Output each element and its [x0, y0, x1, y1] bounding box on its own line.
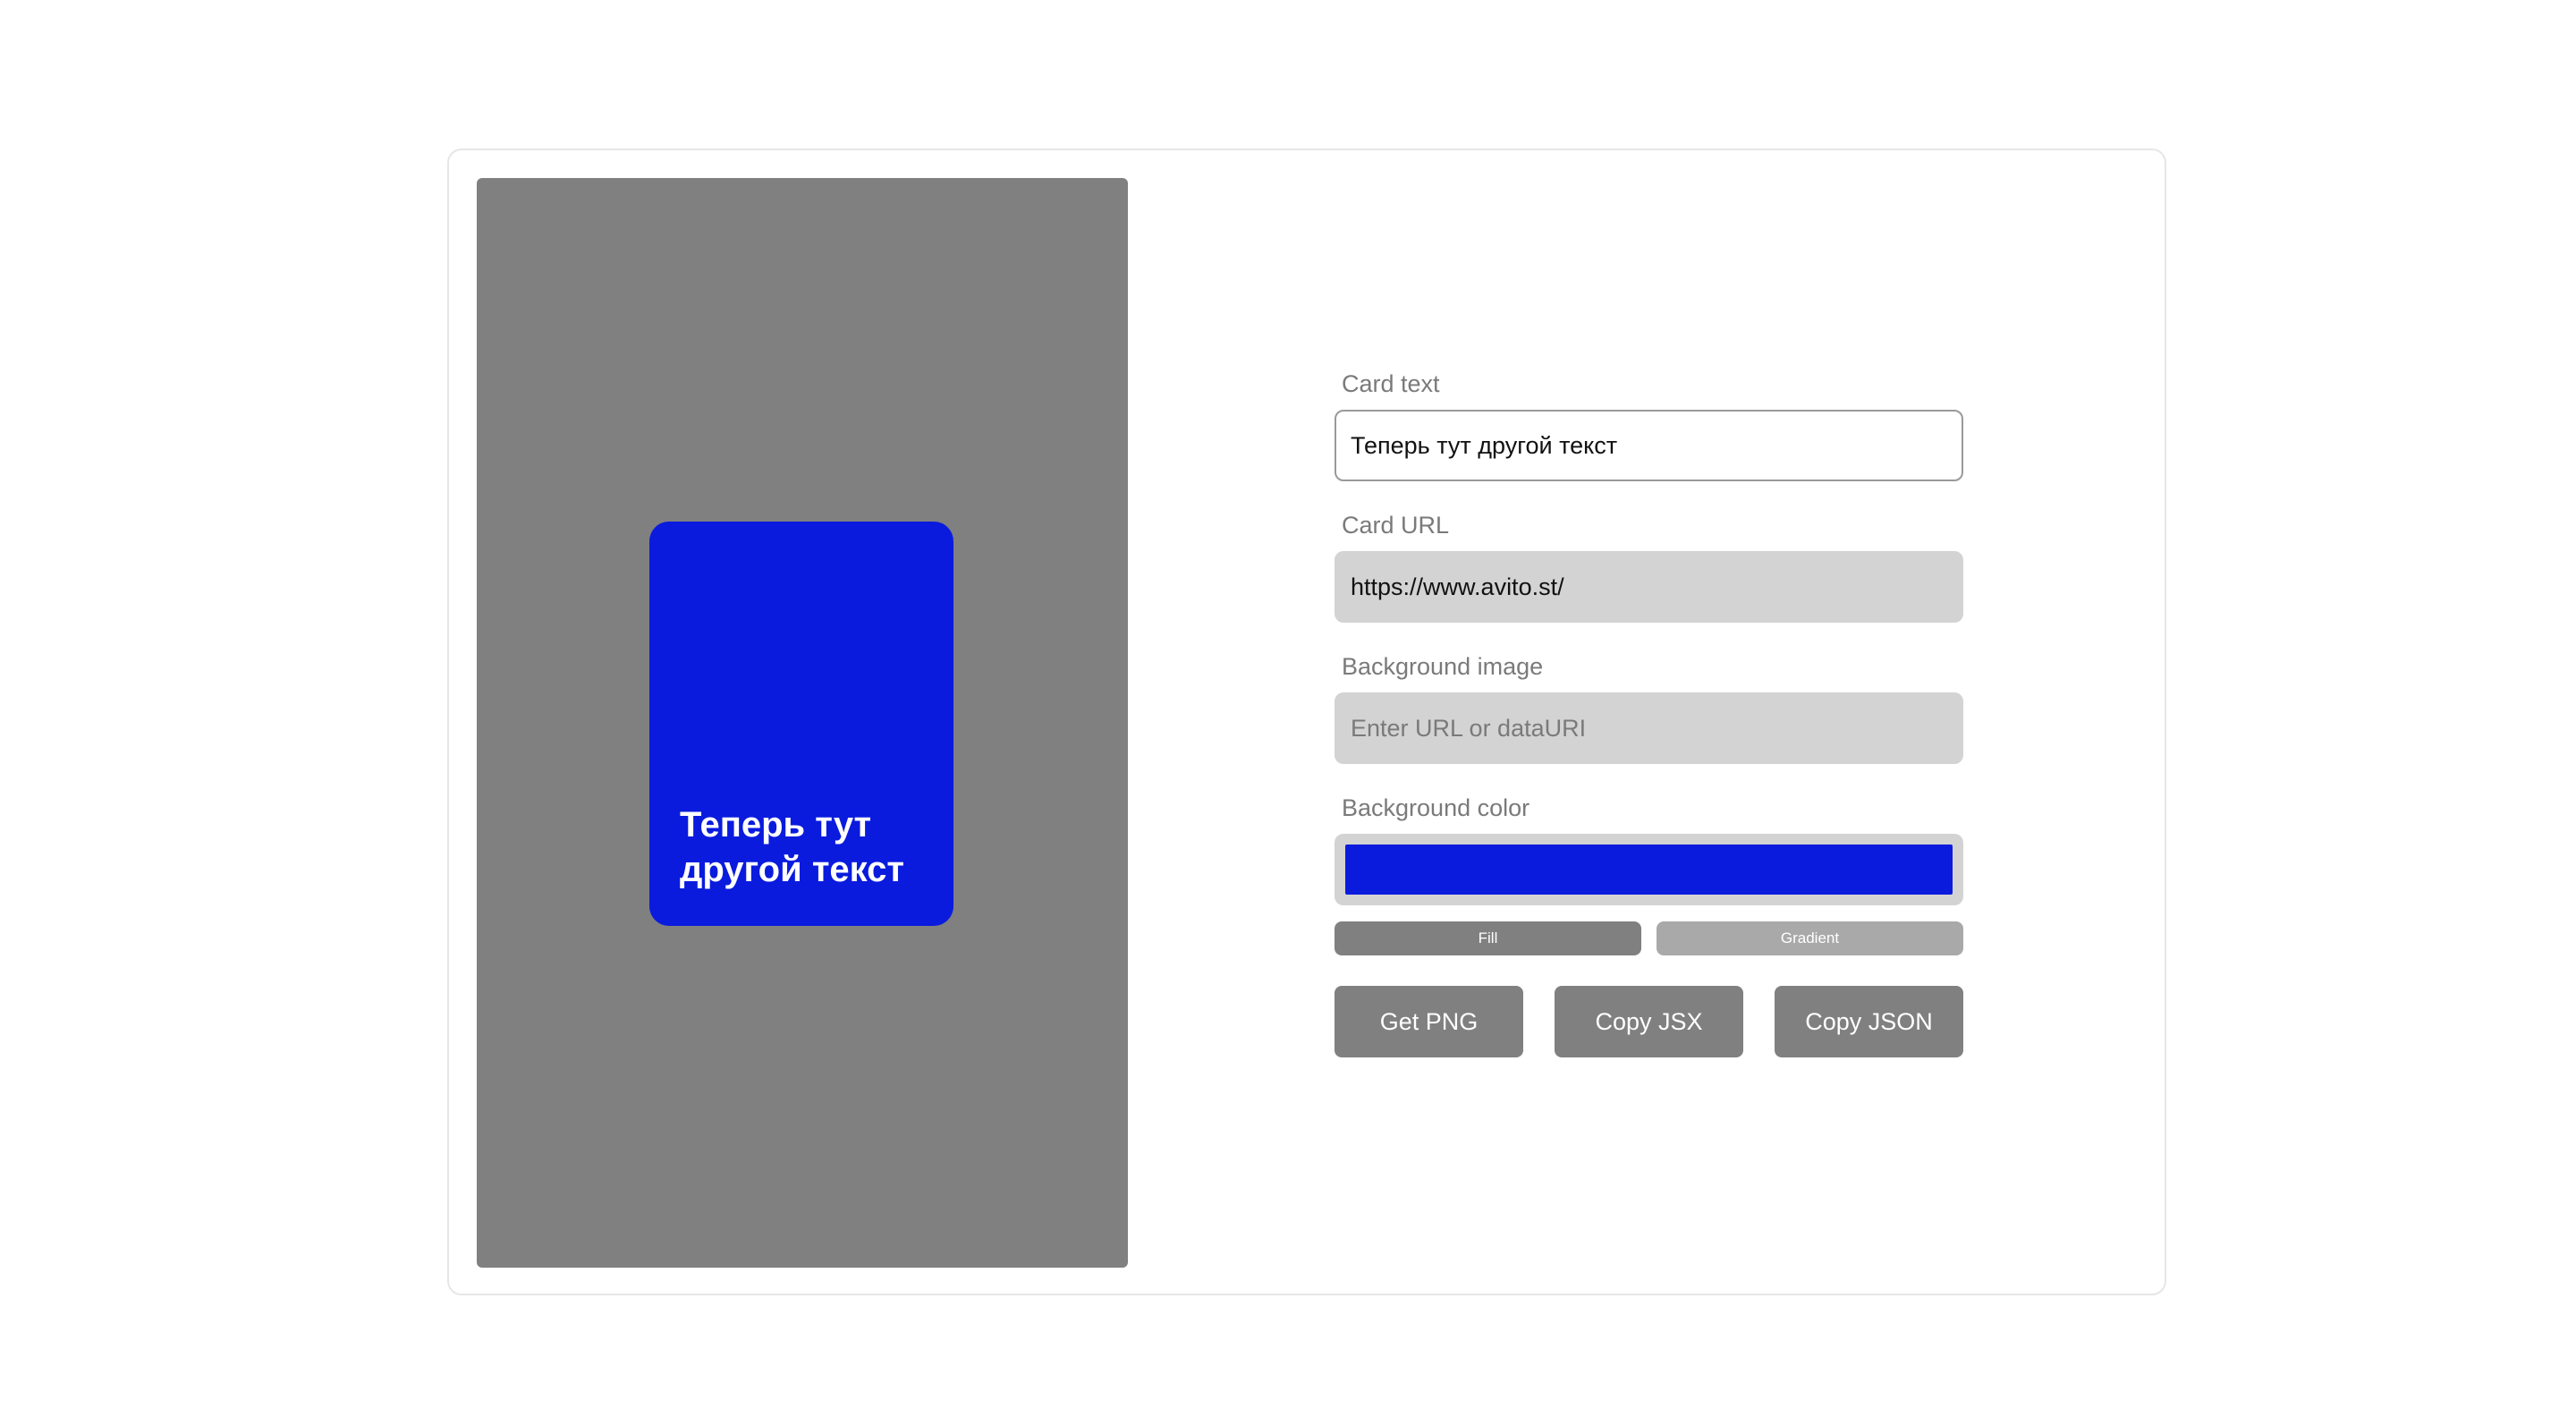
card-text-label: Card text	[1342, 370, 1440, 397]
get-png-button[interactable]: Get PNG	[1335, 986, 1523, 1057]
background-image-label: Background image	[1342, 653, 1544, 680]
copy-jsx-button[interactable]: Copy JSX	[1555, 986, 1743, 1057]
background-color-swatch	[1345, 845, 1953, 895]
card-text-input[interactable]	[1335, 410, 1963, 481]
settings-form: Card text Card URL Background image Back…	[1335, 369, 1963, 1057]
card-url-input[interactable]	[1335, 551, 1963, 623]
copy-json-button[interactable]: Copy JSON	[1775, 986, 1963, 1057]
card-url-field-group: Card URL	[1335, 510, 1963, 623]
gradient-mode-button[interactable]: Gradient	[1657, 921, 1963, 955]
background-color-label: Background color	[1342, 794, 1530, 821]
preview-panel: Теперь тут другой текст	[477, 178, 1128, 1268]
background-image-input[interactable]	[1335, 692, 1963, 764]
preview-card: Теперь тут другой текст	[649, 522, 953, 926]
card-url-label: Card URL	[1342, 512, 1450, 539]
card-text-field-group: Card text	[1335, 369, 1963, 481]
background-image-field-group: Background image	[1335, 651, 1963, 764]
fill-mode-toggle: Fill Gradient	[1335, 921, 1963, 955]
fill-mode-button[interactable]: Fill	[1335, 921, 1641, 955]
preview-card-text: Теперь тут другой текст	[680, 805, 904, 889]
action-buttons: Get PNG Copy JSX Copy JSON	[1335, 986, 1963, 1057]
background-color-field-group: Background color	[1335, 793, 1963, 905]
background-color-picker[interactable]	[1335, 834, 1963, 905]
